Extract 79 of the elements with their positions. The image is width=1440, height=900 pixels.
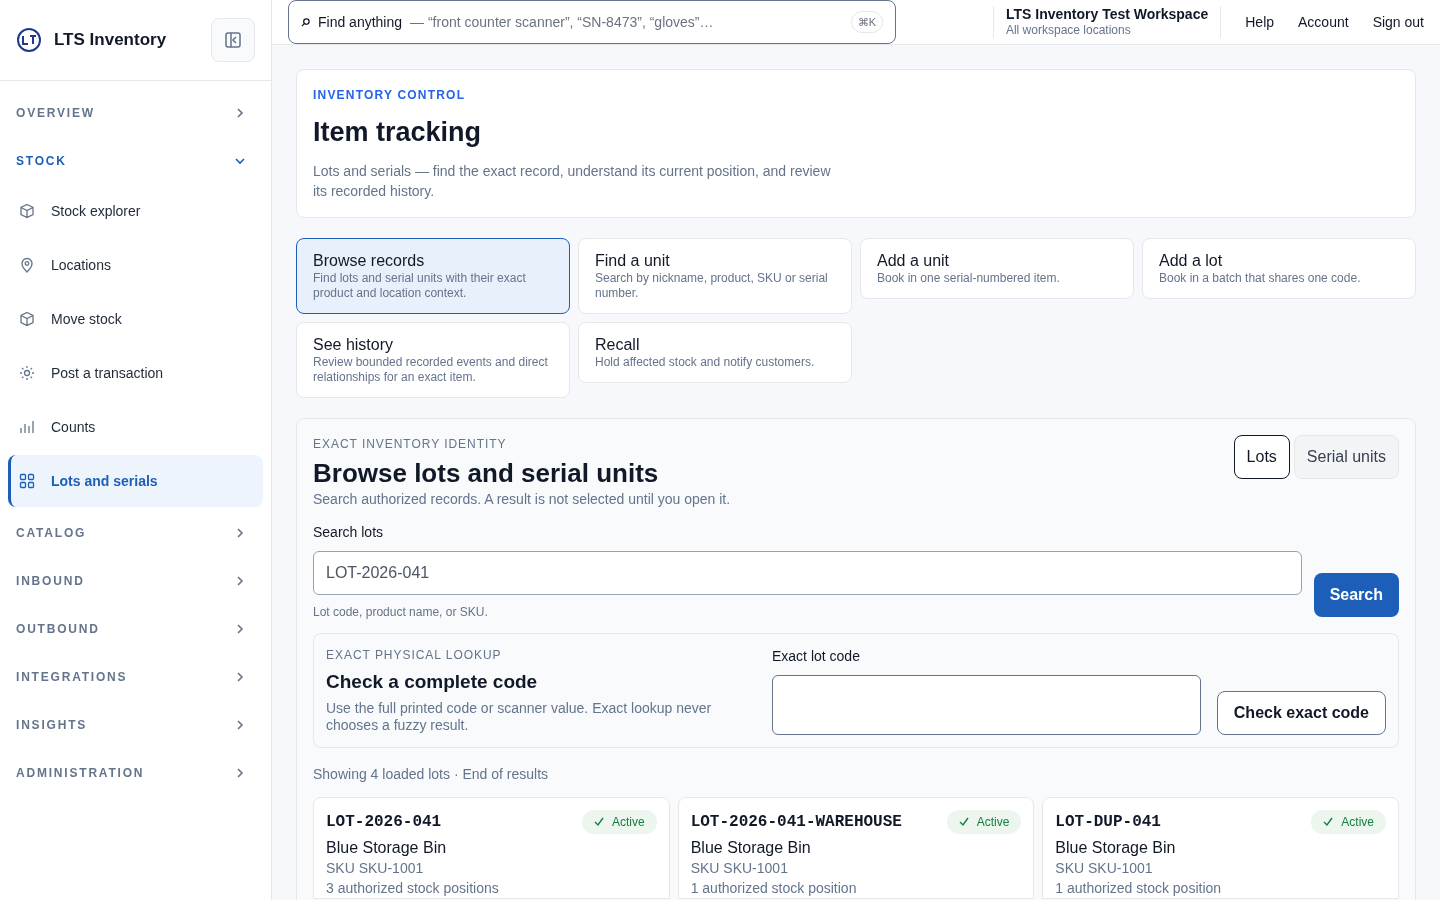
lot-product: Blue Storage Bin — [326, 837, 448, 858]
nav-group-header[interactable]: OUTBOUND — [8, 605, 263, 653]
exact-code-field[interactable] — [772, 674, 1201, 735]
field-hint: Lot code, product name, or SKU. — [313, 603, 489, 621]
lot-card[interactable]: LOT-2026-041 Active Blue Storage Bin SKU SKU-1001 3 authorized stock positions — [313, 796, 670, 899]
lot-sku: SKU SKU-1001 — [1055, 858, 1154, 878]
nav-group-header[interactable]: INSIGHTS — [8, 701, 263, 749]
workspace-name: LTS Inventory Test Workspace — [1005, 5, 1209, 24]
section-description: Search authorized records. A result is not selected until you open it. — [313, 489, 731, 509]
results-summary: Showing 4 loaded lots · End of results — [313, 764, 550, 784]
section-title: Browse lots and serial units — [313, 456, 660, 489]
action-card[interactable]: Add a unit Book in one serial-numbered item. — [860, 237, 1134, 299]
view-tab[interactable]: Serial units — [1293, 434, 1399, 479]
lookup-eyebrow: EXACT PHYSICAL LOOKUP — [326, 646, 503, 664]
cube-icon — [19, 203, 35, 219]
page-eyebrow: INVENTORY CONTROL — [313, 87, 467, 104]
lookup-description: Use the full printed code or scanner value. Exact lookup never chooses a fuzzy result. — [326, 700, 713, 734]
action-card[interactable]: Recall Hold affected stock and notify customers. — [578, 321, 852, 383]
search-button[interactable]: Search — [1313, 572, 1399, 617]
search-placeholder: — “front counter scanner”, “SN-8473”, “gloves”… — [410, 12, 714, 32]
grid-icon — [19, 473, 35, 489]
brand-name: LTS Inventory — [54, 29, 167, 52]
field-label: Exact lot code — [772, 646, 861, 666]
nav-group-header[interactable]: INBOUND — [8, 557, 263, 605]
lot-code: LOT-DUP-041 — [1055, 811, 1161, 832]
header-link[interactable]: Help — [1245, 11, 1275, 33]
check-icon — [1323, 816, 1334, 827]
check-icon — [958, 816, 969, 827]
lot-product: Blue Storage Bin — [690, 837, 812, 858]
header-link[interactable]: Account — [1298, 11, 1349, 33]
logo-icon — [16, 27, 42, 53]
map-pin-icon — [19, 257, 35, 273]
action-card[interactable]: Browse records Find lots and serial units with their exact product and location context. — [296, 237, 570, 314]
lot-search-field[interactable]: LOT-2026-041 — [313, 550, 1302, 595]
lot-positions: 1 authorized stock position — [690, 878, 858, 898]
nav-group-header[interactable]: INTEGRATIONS — [8, 653, 263, 701]
section-eyebrow: EXACT INVENTORY IDENTITY — [313, 435, 508, 453]
lot-code: LOT-2026-041-WAREHOUSE — [690, 811, 902, 832]
nav-group-header[interactable]: CATALOG — [8, 509, 263, 557]
bar-chart-icon — [19, 419, 35, 435]
status-badge: Active — [1311, 809, 1386, 834]
lot-card[interactable]: LOT-2026-041-WAREHOUSE Active Blue Storage Bin SKU SKU-1001 1 authorized stock position — [677, 796, 1035, 899]
lot-positions: 1 authorized stock position — [1055, 878, 1223, 898]
status-badge: Active — [946, 809, 1022, 834]
lot-code: LOT-2026-041 — [326, 811, 442, 832]
cube-icon — [19, 311, 35, 327]
nav-item[interactable]: Locations — [8, 239, 263, 291]
nav-item[interactable]: Stock explorer — [8, 185, 263, 237]
search-icon — [301, 17, 310, 27]
field-label: Search lots — [313, 522, 385, 542]
nav-group-header[interactable]: ADMINISTRATION — [8, 749, 263, 797]
nav-item[interactable]: Counts — [8, 401, 263, 453]
page-description: Lots and serials — find the exact record, understand its current position, and review its recorded history. — [313, 161, 832, 201]
lot-sku: SKU SKU-1001 — [690, 858, 789, 878]
global-search-field[interactable]: Find anything — “front counter scanner”, “SN-8473”, “gloves”… ⌘K — [288, 0, 896, 44]
nav-item[interactable]: Lots and serials — [8, 455, 263, 507]
check-icon — [593, 816, 604, 827]
nav-item[interactable]: Post a transaction — [8, 347, 263, 399]
view-tab[interactable]: Lots — [1233, 434, 1290, 479]
action-card[interactable]: Find a unit Search by nickname, product, SKU or serial number. — [578, 237, 852, 314]
lot-card[interactable]: LOT-DUP-041 Active Blue Storage Bin SKU SKU-1001 1 authorized stock position — [1042, 796, 1399, 899]
action-card[interactable]: Add a lot Book in a batch that shares one code. — [1142, 237, 1416, 299]
search-label: Find anything — [318, 12, 403, 32]
sun-icon — [19, 365, 35, 381]
nav-group-header[interactable]: STOCK — [8, 137, 263, 185]
lookup-title: Check a complete code — [326, 669, 539, 694]
sidebar-collapse-icon — [224, 31, 242, 49]
nav-group-header[interactable]: OVERVIEW — [8, 89, 263, 137]
lot-sku: SKU SKU-1001 — [326, 858, 425, 878]
action-card[interactable]: See history Review bounded recorded events and direct relationships for an exact item. — [296, 321, 570, 398]
check-code-button[interactable]: Check exact code — [1216, 690, 1386, 735]
lot-product: Blue Storage Bin — [1055, 837, 1177, 858]
status-badge: Active — [581, 809, 657, 834]
page-title: Item tracking — [313, 116, 483, 149]
nav-item[interactable]: Move stock — [8, 293, 263, 345]
header-link[interactable]: Sign out — [1372, 11, 1424, 33]
workspace-scope: All workspace locations — [1005, 23, 1132, 39]
collapse-sidebar-button[interactable] — [211, 18, 255, 62]
lot-positions: 3 authorized stock positions — [326, 878, 500, 898]
